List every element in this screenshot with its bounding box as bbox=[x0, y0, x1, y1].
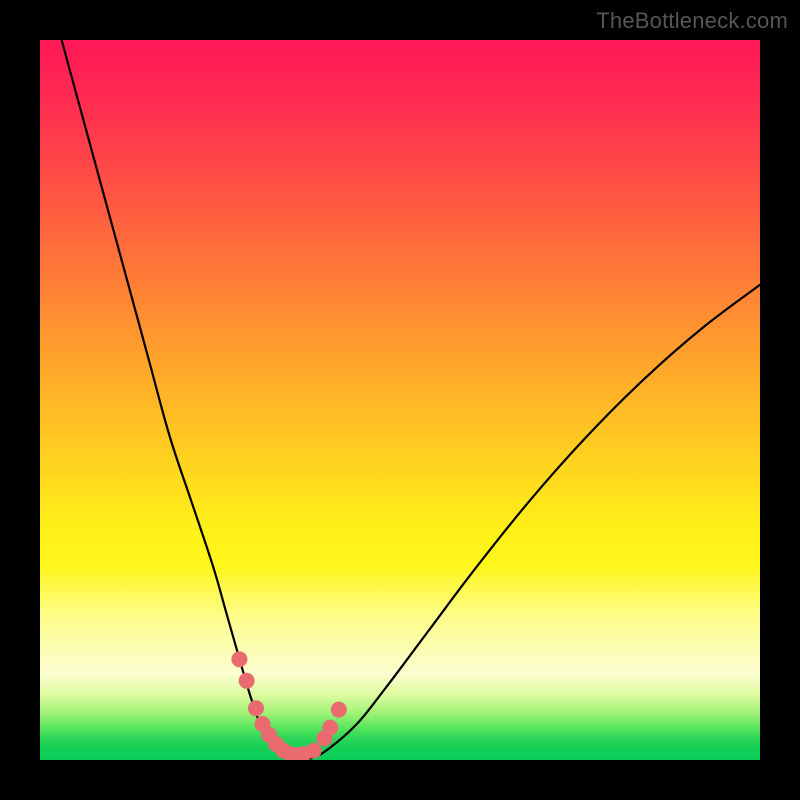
highlight-dots-group bbox=[231, 651, 346, 760]
highlight-dot bbox=[239, 673, 255, 689]
curve-svg bbox=[40, 40, 760, 760]
chart-frame: TheBottleneck.com bbox=[0, 0, 800, 800]
highlight-dot bbox=[231, 651, 247, 667]
highlight-dot bbox=[322, 720, 338, 736]
bottleneck-curve bbox=[62, 40, 760, 760]
plot-area bbox=[40, 40, 760, 760]
watermark-text: TheBottleneck.com bbox=[596, 8, 788, 34]
highlight-dot bbox=[306, 743, 322, 759]
highlight-dot bbox=[248, 700, 264, 716]
highlight-dot bbox=[331, 702, 347, 718]
